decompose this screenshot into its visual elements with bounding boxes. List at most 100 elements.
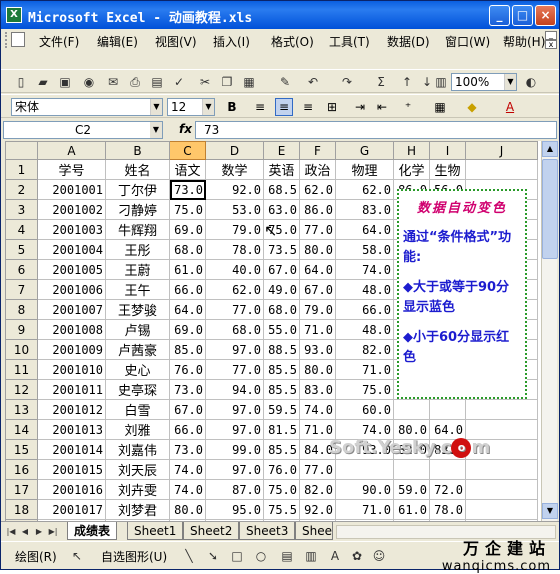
cell[interactable]: 白雪 [105,399,170,420]
prev-sheet-icon[interactable]: ◀ [19,525,31,539]
cell[interactable]: 67.0 [169,399,206,420]
row-header[interactable]: 18 [5,499,38,520]
read-icon[interactable]: ◐ [523,74,539,90]
row-header[interactable]: 17 [5,479,38,500]
menu-view[interactable]: 视图(V) [155,33,197,50]
row-header[interactable]: 10 [5,339,38,360]
cell[interactable]: 81.5 [263,419,300,440]
column-header-j[interactable]: J [465,141,538,160]
doc-minimize-button[interactable]: _ [545,31,557,40]
tab-sheet1[interactable]: Sheet1 [127,522,184,540]
cell[interactable]: 刘梦君 [105,499,170,520]
draw-menu-button[interactable]: 绘图(R) [15,548,57,565]
column-header-g[interactable]: G [335,141,394,160]
cell[interactable]: 刘嘉伟 [105,439,170,460]
cell[interactable]: 74.0 [335,259,394,280]
maximize-button[interactable]: □ [512,5,533,26]
sort-ascending-icon[interactable]: ↑ [399,74,415,90]
scroll-up-icon[interactable]: ▲ [542,141,558,157]
cell[interactable]: 95.0 [205,499,264,520]
cell[interactable]: 2001008 [37,319,106,340]
column-header-b[interactable]: B [105,141,170,160]
row-header[interactable]: 5 [5,239,38,260]
cell[interactable]: 90.0 [335,479,394,500]
cell[interactable]: 75.0 [335,379,394,400]
row-header[interactable]: 14 [5,419,38,440]
fill-color-icon[interactable]: ◆ [463,98,481,116]
cell[interactable]: 74.0 [169,479,206,500]
copy-icon[interactable]: ❐ [219,74,235,90]
cell[interactable]: 61.0 [393,499,430,520]
cell[interactable]: 64.0 [169,299,206,320]
cell[interactable]: 80.0 [299,239,336,260]
cell[interactable]: 姓名 [105,159,170,180]
column-header-a[interactable]: A [37,141,106,160]
minimize-button[interactable]: _ [489,5,510,26]
font-color-icon[interactable]: A [501,98,519,116]
cell[interactable]: 80.0 [169,499,206,520]
cell[interactable] [429,399,466,420]
chevron-down-icon[interactable]: ▼ [202,99,214,115]
menu-window[interactable]: 窗口(W) [445,33,490,50]
cell[interactable]: 85.5 [263,439,300,460]
undo-icon[interactable]: ↶ [305,74,321,90]
next-sheet-icon[interactable]: ▶ [33,525,45,539]
cell[interactable]: 83.0 [299,379,336,400]
cell[interactable]: 2001015 [37,459,106,480]
formula-input[interactable]: 73 [195,121,557,139]
cell[interactable]: 59.5 [263,399,300,420]
cell[interactable]: 2001004 [37,239,106,260]
cell[interactable]: 2001002 [37,199,106,220]
cell[interactable]: 55.0 [263,319,300,340]
cell[interactable] [465,459,538,480]
cell[interactable]: 2001006 [37,279,106,300]
tab-sheet3[interactable]: Sheet3 [239,522,296,540]
cell[interactable]: 2001007 [37,299,106,320]
first-sheet-icon[interactable]: |◀ [5,525,17,539]
cell[interactable]: 73.0 [169,439,206,460]
cell[interactable]: 49.0 [263,279,300,300]
cell[interactable]: 74.0 [169,459,206,480]
cell[interactable]: 2001011 [37,379,106,400]
cell[interactable]: 69.0 [169,219,206,240]
cell[interactable]: 86.0 [299,199,336,220]
row-header[interactable]: 7 [5,279,38,300]
menu-tools[interactable]: 工具(T) [329,33,370,50]
cell[interactable]: 82.0 [299,479,336,500]
cell[interactable]: 2001009 [37,339,106,360]
cell[interactable]: 77.0 [205,359,264,380]
menu-data[interactable]: 数据(D) [387,33,430,50]
cell[interactable]: 77.0 [299,219,336,240]
line-tool-icon[interactable]: ╲ [181,548,197,564]
cell[interactable]: 73.5 [263,239,300,260]
cell[interactable]: 62.0 [335,179,394,200]
autosum-icon[interactable]: Σ [373,74,389,90]
cell[interactable]: 67.0 [263,259,300,280]
column-header-i[interactable]: I [429,141,466,160]
print-preview-icon[interactable]: ▤ [149,74,165,90]
menu-format[interactable]: 格式(O) [271,33,314,50]
cell[interactable]: 97.0 [205,459,264,480]
cell[interactable]: 物理 [335,159,394,180]
document-icon[interactable] [11,32,25,47]
cell[interactable]: 92.0 [299,499,336,520]
tab-sheet4[interactable]: Shee [295,522,333,540]
row-header[interactable]: 11 [5,359,38,380]
align-center-icon[interactable]: ≡ [275,98,293,116]
cell[interactable]: 政治 [299,159,336,180]
cell[interactable]: 85.5 [263,359,300,380]
cell[interactable]: 语文 [169,159,206,180]
cell[interactable] [465,479,538,500]
cell[interactable]: 学号 [37,159,106,180]
cell[interactable] [393,399,430,420]
row-header[interactable]: 2 [5,179,38,200]
cell[interactable]: 75.0 [169,199,206,220]
row-header[interactable]: 6 [5,259,38,280]
increase-indent-icon[interactable]: ⇥ [351,98,369,116]
diagram-icon[interactable]: ✿ [349,548,365,564]
cell[interactable] [429,459,466,480]
cell[interactable]: 2001016 [37,479,106,500]
cell[interactable]: 71.0 [335,499,394,520]
align-right-icon[interactable]: ≡ [299,98,317,116]
scroll-thumb[interactable] [542,159,558,259]
